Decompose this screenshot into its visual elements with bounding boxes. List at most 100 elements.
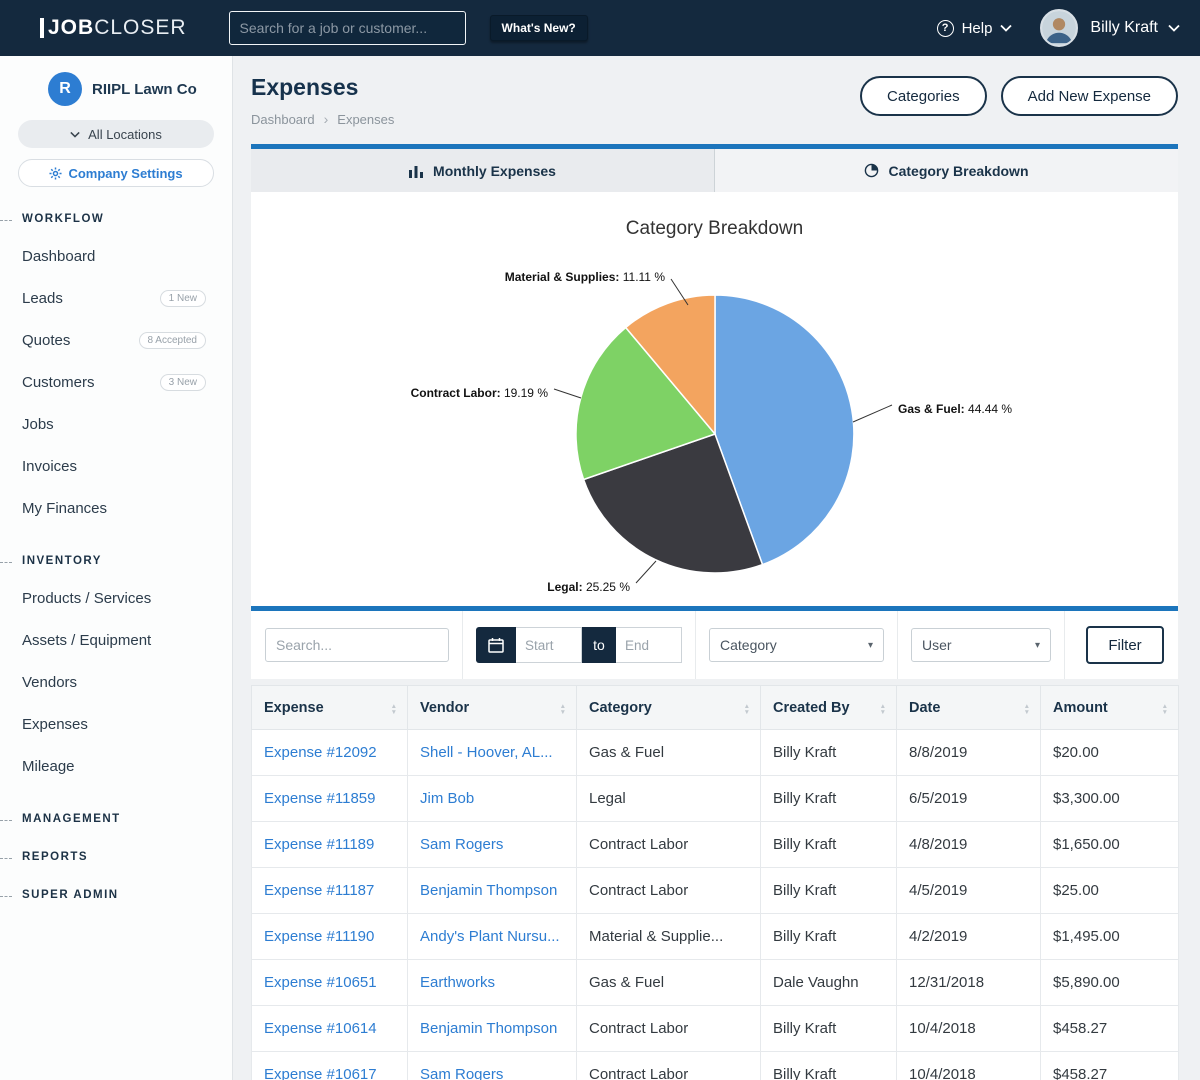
company-settings-button[interactable]: Company Settings	[18, 159, 214, 187]
sidebar-item-products-services[interactable]: Products / Services	[0, 577, 232, 619]
sidebar-item-invoices[interactable]: Invoices	[0, 445, 232, 487]
pie-label-contract-labor: Contract Labor: 19.19 %	[411, 386, 549, 400]
sort-icon[interactable]: ▲▼	[1162, 700, 1168, 715]
add-new-expense-button[interactable]: Add New Expense	[1001, 76, 1178, 116]
vendor-cell[interactable]: Earthworks	[408, 960, 577, 1006]
app: JOB CLOSER What's New? ? Help Billy Kraf…	[0, 0, 1200, 1080]
vendor-cell[interactable]: Sam Rogers	[408, 822, 577, 868]
sidebar-section-management[interactable]: MANAGEMENT	[0, 813, 232, 825]
date-end-input[interactable]	[616, 627, 682, 663]
help-menu[interactable]: ? Help	[937, 20, 1013, 37]
sort-icon[interactable]: ▲▼	[744, 700, 750, 715]
whats-new-button[interactable]: What's New?	[490, 15, 588, 41]
sidebar-item-vendors[interactable]: Vendors	[0, 661, 232, 703]
expense-cell[interactable]: Expense #10614	[252, 1006, 408, 1052]
chevron-down-icon	[70, 131, 80, 138]
date-cell: 12/31/2018	[897, 960, 1041, 1006]
sidebar-section-super-admin[interactable]: SUPER ADMIN	[0, 889, 232, 901]
sort-icon[interactable]: ▲▼	[391, 700, 397, 715]
vendor-cell[interactable]: Benjamin Thompson	[408, 868, 577, 914]
sidebar-item-leads[interactable]: Leads1 New	[0, 277, 232, 319]
date-cell: 4/2/2019	[897, 914, 1041, 960]
global-search-input[interactable]	[229, 11, 466, 45]
expense-cell[interactable]: Expense #10651	[252, 960, 408, 1006]
column-header-label: Expense	[264, 700, 324, 716]
company-settings-label: Company Settings	[68, 166, 182, 181]
user-menu[interactable]: Billy Kraft	[1090, 19, 1180, 37]
categories-button[interactable]: Categories	[860, 76, 987, 116]
category-cell: Contract Labor	[577, 822, 761, 868]
column-header-created-by[interactable]: ▲▼Created By	[761, 686, 897, 730]
category-select-value: Category	[720, 637, 777, 653]
breadcrumb-dashboard[interactable]: Dashboard	[251, 112, 315, 127]
expense-cell[interactable]: Expense #11189	[252, 822, 408, 868]
expense-cell[interactable]: Expense #11190	[252, 914, 408, 960]
amount-cell: $1,650.00	[1041, 822, 1179, 868]
user-avatar[interactable]	[1040, 9, 1078, 47]
sidebar-section-workflow[interactable]: WORKFLOW	[0, 213, 232, 225]
sidebar-item-label: Dashboard	[22, 248, 95, 265]
date-range-group: to	[476, 627, 682, 663]
location-selector[interactable]: All Locations	[18, 120, 214, 148]
expense-cell[interactable]: Expense #12092	[252, 730, 408, 776]
sidebar-item-label: Expenses	[22, 716, 88, 733]
company-name: RIIPL Lawn Co	[92, 81, 197, 98]
filter-button[interactable]: Filter	[1086, 626, 1164, 664]
vendor-cell[interactable]: Benjamin Thompson	[408, 1006, 577, 1052]
sidebar-item-badge: 1 New	[160, 290, 206, 307]
category-cell: Legal	[577, 776, 761, 822]
expense-search-input[interactable]	[265, 628, 449, 662]
tabs: Monthly Expenses Category Breakdown	[251, 149, 1178, 192]
company-header: R RIIPL Lawn Co	[0, 72, 232, 106]
date-start-input[interactable]	[516, 627, 582, 663]
table-row: Expense #10617Sam RogersContract LaborBi…	[252, 1052, 1179, 1080]
column-header-vendor[interactable]: ▲▼ Vendor	[408, 686, 577, 730]
category-select[interactable]: Category ▾	[709, 628, 884, 662]
breadcrumb-expenses: Expenses	[337, 112, 394, 127]
created-by-cell: Billy Kraft	[761, 730, 897, 776]
tab-category-breakdown[interactable]: Category Breakdown	[714, 149, 1178, 192]
column-header-category[interactable]: ▲▼Category	[577, 686, 761, 730]
sidebar-item-mileage[interactable]: Mileage	[0, 745, 232, 787]
table-row: Expense #11190Andy's Plant Nursu...Mater…	[252, 914, 1179, 960]
tab-monthly-expenses[interactable]: Monthly Expenses	[251, 149, 714, 192]
column-header-date[interactable]: ▲▼Date	[897, 686, 1041, 730]
vendor-cell[interactable]: Jim Bob	[408, 776, 577, 822]
sidebar-nav: WORKFLOW Dashboard Leads1 NewQuotes8 Accep…	[0, 213, 232, 901]
sidebar: R RIIPL Lawn Co All Locations Company Se…	[0, 56, 233, 1080]
user-select[interactable]: User ▾	[911, 628, 1051, 662]
chevron-down-icon	[1000, 24, 1012, 32]
vendor-cell[interactable]: Shell - Hoover, AL...	[408, 730, 577, 776]
calendar-button[interactable]	[476, 627, 516, 663]
vendor-cell[interactable]: Sam Rogers	[408, 1052, 577, 1080]
table-row: Expense #11189Sam RogersContract LaborBi…	[252, 822, 1179, 868]
chart-title: Category Breakdown	[251, 192, 1178, 240]
logo-text-bold: JOB	[48, 16, 94, 40]
sidebar-item-jobs[interactable]: Jobs	[0, 403, 232, 445]
divider	[695, 611, 696, 679]
column-header-amount[interactable]: ▲▼Amount	[1041, 686, 1179, 730]
sidebar-item-dashboard[interactable]: Dashboard	[0, 235, 232, 277]
column-header-label: Vendor	[420, 700, 469, 716]
sidebar-section-reports[interactable]: REPORTS	[0, 851, 232, 863]
expense-cell[interactable]: Expense #11187	[252, 868, 408, 914]
sort-icon[interactable]: ▲▼	[560, 700, 566, 715]
sidebar-section-inventory[interactable]: INVENTORY	[0, 555, 232, 567]
expense-cell[interactable]: Expense #11859	[252, 776, 408, 822]
sidebar-item-my-finances[interactable]: My Finances	[0, 487, 232, 529]
divider	[897, 611, 898, 679]
pie-leader-line	[853, 405, 892, 422]
sidebar-item-quotes[interactable]: Quotes8 Accepted	[0, 319, 232, 361]
expense-cell[interactable]: Expense #10617	[252, 1052, 408, 1080]
sidebar-item-expenses[interactable]: Expenses	[0, 703, 232, 745]
column-header-expense[interactable]: ▲▼ Expense	[252, 686, 408, 730]
sort-icon[interactable]: ▲▼	[880, 700, 886, 715]
sidebar-item-assets-equipment[interactable]: Assets / Equipment	[0, 619, 232, 661]
vendor-cell[interactable]: Andy's Plant Nursu...	[408, 914, 577, 960]
sidebar-item-customers[interactable]: Customers3 New	[0, 361, 232, 403]
app-logo[interactable]: JOB CLOSER	[40, 16, 187, 40]
filter-bar: to Category ▾ User ▾ Filter	[251, 611, 1178, 679]
amount-cell: $5,890.00	[1041, 960, 1179, 1006]
sort-icon[interactable]: ▲▼	[1024, 700, 1030, 715]
sidebar-item-label: Quotes	[22, 332, 70, 349]
